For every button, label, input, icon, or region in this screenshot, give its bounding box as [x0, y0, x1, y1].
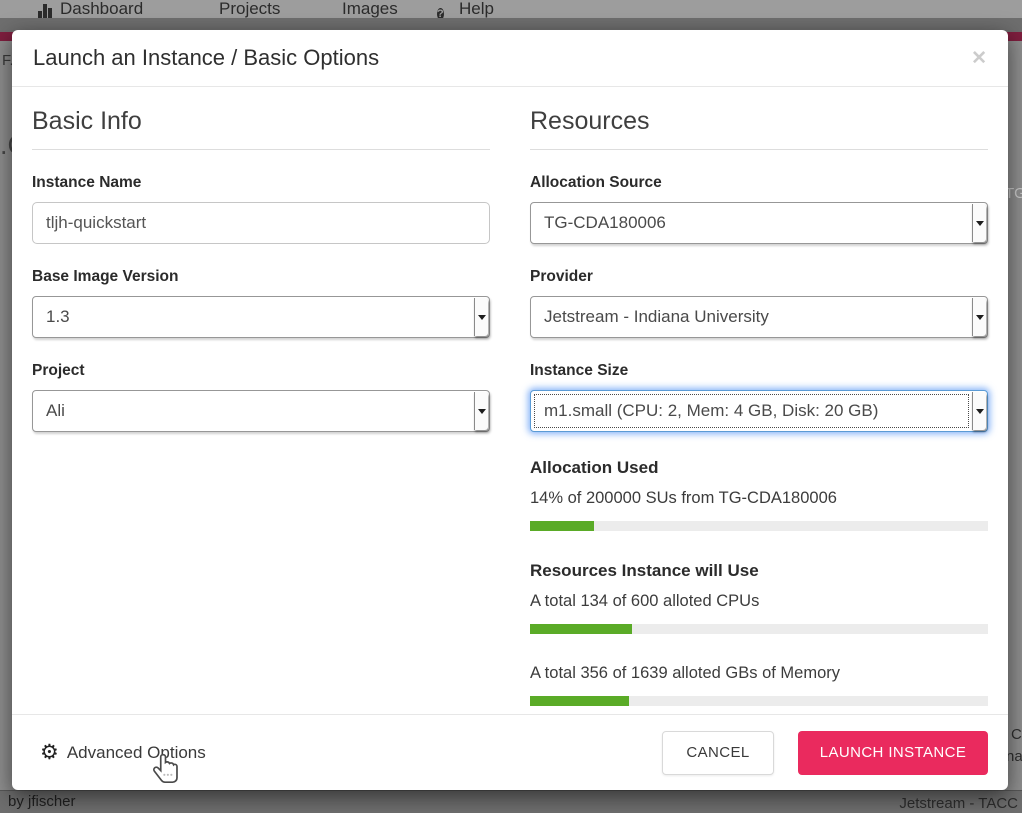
- close-icon[interactable]: ✕: [971, 49, 987, 68]
- background-text-fragment: C: [1011, 726, 1022, 743]
- allocation-used-progressbar: [530, 521, 988, 531]
- cpu-progressbar: [530, 624, 988, 634]
- project-select[interactable]: Ali: [32, 390, 490, 432]
- modal-footer: ⚙ Advanced Options CANCEL LAUNCH INSTANC…: [12, 714, 1008, 790]
- allocation-source-select[interactable]: TG-CDA180006: [530, 202, 988, 244]
- resources-will-use-heading: Resources Instance will Use: [530, 561, 988, 581]
- nav-item-dashboard[interactable]: Dashboard: [38, 0, 143, 18]
- modal-title: Launch an Instance / Basic Options: [33, 45, 379, 71]
- background-provider-text: Jetstream - TACC: [899, 795, 1018, 812]
- instance-size-select[interactable]: m1.small (CPU: 2, Mem: 4 GB, Disk: 20 GB…: [530, 390, 988, 432]
- bar-chart-icon: [38, 3, 54, 18]
- resources-heading: Resources: [530, 99, 988, 150]
- nav-label: Images: [342, 0, 398, 18]
- launch-instance-button[interactable]: LAUNCH INSTANCE: [798, 731, 988, 775]
- memory-usage-text: A total 356 of 1639 alloted GBs of Memor…: [530, 664, 988, 683]
- selected-value: 1.3: [33, 307, 70, 327]
- chevron-down-icon: [972, 392, 986, 430]
- chevron-down-icon: [474, 392, 488, 430]
- progress-fill: [530, 521, 594, 531]
- base-image-version-select[interactable]: 1.3: [32, 296, 490, 338]
- selected-value: m1.small (CPU: 2, Mem: 4 GB, Disk: 20 GB…: [531, 401, 878, 421]
- cpu-usage-text: A total 134 of 600 alloted CPUs: [530, 592, 988, 611]
- modal-header: Launch an Instance / Basic Options ✕: [12, 30, 1008, 87]
- selected-value: Jetstream - Indiana University: [531, 307, 769, 327]
- provider-select[interactable]: Jetstream - Indiana University: [530, 296, 988, 338]
- resources-section: Resources Allocation Source TG-CDA180006…: [530, 99, 988, 706]
- nav-item-help[interactable]: ? Help: [437, 0, 494, 18]
- nav-label: Help: [459, 0, 494, 18]
- allocation-used-heading: Allocation Used: [530, 458, 988, 478]
- background-text-fragment: na: [1006, 748, 1022, 765]
- instance-name-label: Instance Name: [32, 174, 490, 192]
- nav-item-images[interactable]: Images: [320, 0, 398, 18]
- base-image-version-label: Base Image Version: [32, 268, 490, 286]
- selected-value: Ali: [33, 401, 65, 421]
- background-footer-strip: [0, 790, 1022, 813]
- question-icon: ?: [437, 8, 444, 18]
- launch-instance-modal: Launch an Instance / Basic Options ✕ Bas…: [12, 30, 1008, 790]
- provider-label: Provider: [530, 268, 988, 286]
- memory-progressbar: [530, 696, 988, 706]
- chevron-down-icon: [474, 298, 488, 336]
- instance-size-label: Instance Size: [530, 362, 988, 380]
- selected-value: TG-CDA180006: [531, 213, 666, 233]
- basic-info-section: Basic Info Instance Name Base Image Vers…: [32, 99, 490, 706]
- top-navbar: Dashboard Projects Images ? Help: [0, 0, 1022, 18]
- chevron-down-icon: [972, 298, 986, 336]
- chevron-down-icon: [972, 204, 986, 242]
- progress-fill: [530, 696, 629, 706]
- allocation-source-label: Allocation Source: [530, 174, 988, 192]
- nav-label: Projects: [219, 0, 280, 18]
- nav-item-projects[interactable]: Projects: [197, 0, 280, 18]
- progress-fill: [530, 624, 632, 634]
- cancel-button[interactable]: CANCEL: [662, 731, 774, 775]
- nav-label: Dashboard: [60, 0, 143, 18]
- allocation-used-text: 14% of 200000 SUs from TG-CDA180006: [530, 489, 988, 508]
- basic-info-heading: Basic Info: [32, 99, 490, 150]
- advanced-options-label: Advanced Options: [67, 743, 206, 763]
- advanced-options-link[interactable]: ⚙ Advanced Options: [32, 742, 206, 763]
- instance-name-input[interactable]: [32, 202, 490, 244]
- gear-icon: ⚙: [40, 742, 59, 763]
- background-author-text: by jfischer: [8, 793, 76, 810]
- project-label: Project: [32, 362, 490, 380]
